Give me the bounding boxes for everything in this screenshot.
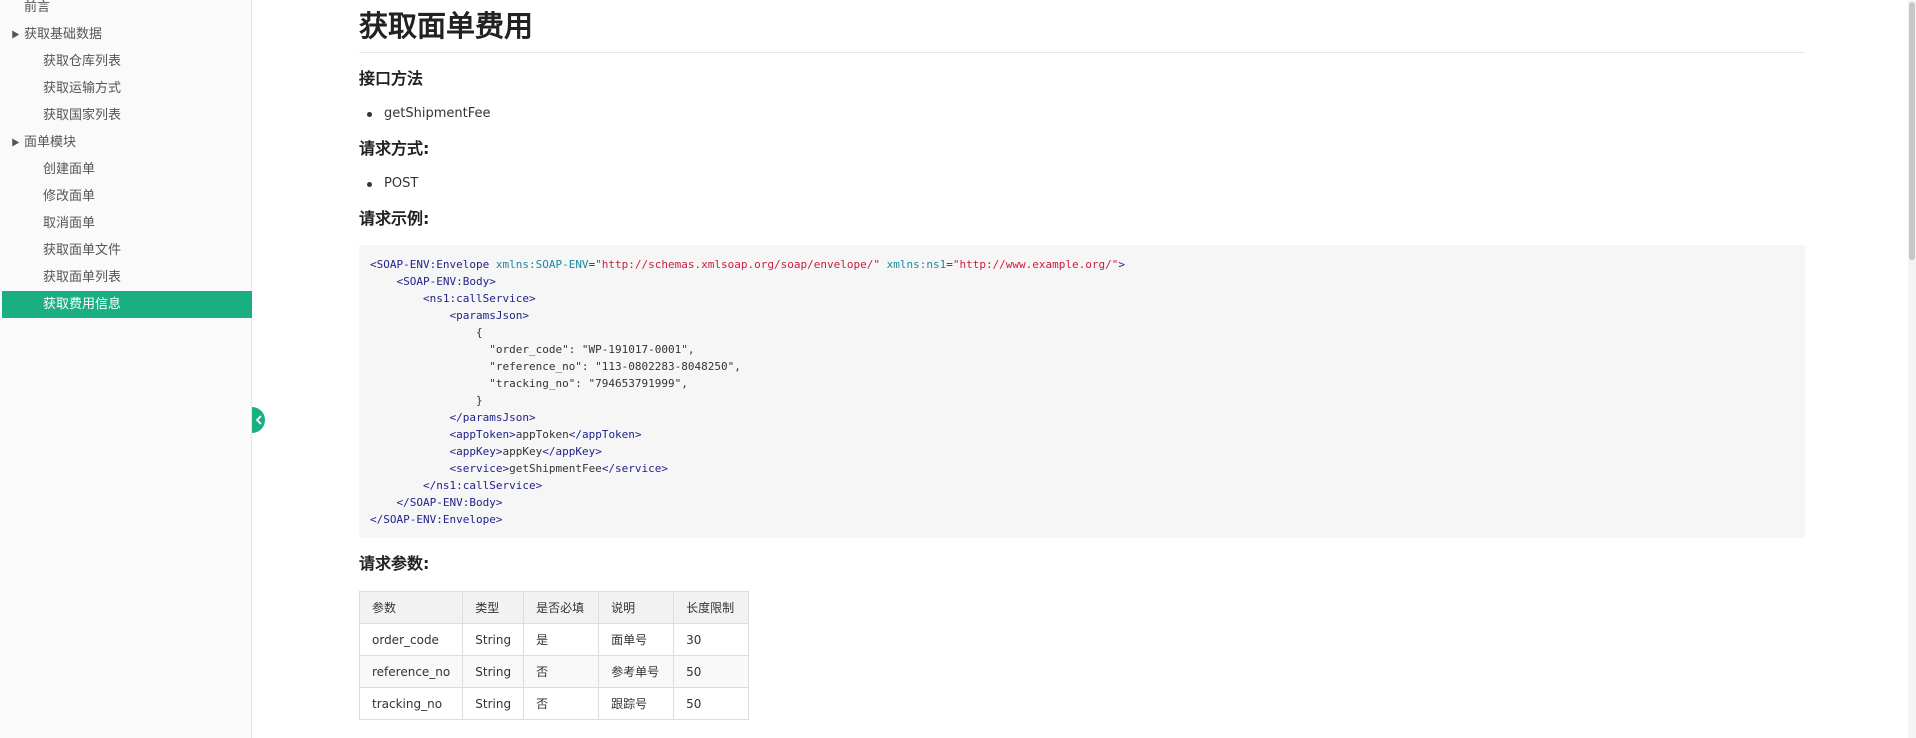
sidebar-item-fee-info[interactable]: 获取费用信息 bbox=[2, 291, 252, 318]
sidebar-item-label: 面单模块 bbox=[24, 135, 77, 150]
code-line: } bbox=[475, 394, 483, 407]
sidebar-item-label: 前言 bbox=[24, 0, 51, 15]
code-line: "reference_no": "113-0802283-8048250", bbox=[489, 360, 741, 373]
sidebar-item-label: 创建面单 bbox=[43, 162, 96, 177]
code-line: </SOAP-ENV:Body> bbox=[396, 496, 503, 509]
code-line: </ns1:callService> bbox=[422, 479, 543, 492]
sidebar-item-label-file[interactable]: 获取面单文件 bbox=[2, 237, 252, 264]
table-cell: 参考单号 bbox=[598, 655, 675, 688]
request-params-heading: 请求参数: bbox=[359, 554, 430, 573]
code-line: "tracking_no": "794653791999", bbox=[489, 377, 688, 390]
table-cell: reference_no bbox=[358, 655, 464, 688]
table-header-cell: 类型 bbox=[462, 591, 525, 624]
sidebar-item-label: 获取面单列表 bbox=[43, 270, 122, 285]
table-cell: 跟踪号 bbox=[598, 687, 675, 720]
sidebar-group-label-module[interactable]: 面单模块 bbox=[2, 129, 252, 156]
code-line: <paramsJson> bbox=[449, 309, 529, 322]
table-cell: 是 bbox=[523, 623, 600, 656]
code-line: <appKey>appKey</appKey> bbox=[449, 445, 602, 458]
page-title: 获取面单费用 bbox=[359, 6, 1805, 53]
request-example-code: <SOAP-ENV:Envelope xmlns:SOAP-ENV="http:… bbox=[359, 245, 1805, 538]
sidebar-collapse-button[interactable] bbox=[252, 407, 265, 433]
interface-method-heading: 接口方法 bbox=[359, 69, 424, 88]
sidebar-item-label-list[interactable]: 获取面单列表 bbox=[2, 264, 252, 291]
table-header-row: 参数 类型 是否必填 说明 长度限制 bbox=[358, 591, 750, 624]
sidebar-item-label: 取消面单 bbox=[43, 216, 96, 231]
table-cell: order_code bbox=[358, 623, 464, 656]
code-line: </paramsJson> bbox=[449, 411, 536, 424]
code-line: "order_code": "WP-191017-0001", bbox=[489, 343, 695, 356]
sidebar-item-label: 获取费用信息 bbox=[43, 297, 122, 312]
code-line: </SOAP-ENV:Envelope> bbox=[370, 513, 503, 526]
table-cell: 否 bbox=[523, 655, 600, 688]
code-line: <SOAP-ENV:Body> bbox=[396, 275, 496, 288]
sidebar-item-label: 修改面单 bbox=[43, 189, 96, 204]
request-method-value: POST bbox=[366, 176, 419, 191]
request-method-heading: 请求方式: bbox=[359, 139, 430, 158]
interface-method-value: getShipmentFee bbox=[366, 106, 491, 121]
sidebar-group-basic-data[interactable]: 获取基础数据 bbox=[2, 21, 252, 48]
table-header-cell: 是否必填 bbox=[523, 591, 600, 624]
sidebar-item-warehouse-list[interactable]: 获取仓库列表 bbox=[2, 48, 252, 75]
code-line: <appToken>appToken</appToken> bbox=[449, 428, 642, 441]
sidebar-item-create-label[interactable]: 创建面单 bbox=[2, 156, 252, 183]
sidebar-item-label: 获取运输方式 bbox=[43, 81, 122, 96]
scrollbar-thumb[interactable] bbox=[1909, 2, 1915, 260]
code-line: <service>getShipmentFee</service> bbox=[449, 462, 669, 475]
sidebar-item-label: 获取国家列表 bbox=[43, 108, 122, 123]
code-line: { bbox=[475, 326, 483, 339]
sidebar-item-label: 获取面单文件 bbox=[43, 243, 122, 258]
table-cell: String bbox=[462, 655, 525, 688]
table-cell: 50 bbox=[673, 687, 750, 720]
expand-caret-icon[interactable] bbox=[8, 28, 20, 39]
table-header-cell: 参数 bbox=[358, 591, 464, 624]
table-cell: String bbox=[462, 687, 525, 720]
expand-caret-icon[interactable] bbox=[8, 136, 20, 147]
request-params-table: 参数 类型 是否必填 说明 长度限制 order_code String 是 面… bbox=[358, 591, 750, 720]
table-row: order_code String 是 面单号 30 bbox=[358, 623, 750, 656]
code-line: <ns1:callService> bbox=[422, 292, 536, 305]
request-example-heading: 请求示例: bbox=[359, 209, 430, 228]
sidebar-item-modify-label[interactable]: 修改面单 bbox=[2, 183, 252, 210]
sidebar-item-shipping-methods[interactable]: 获取运输方式 bbox=[2, 75, 252, 102]
table-cell: 30 bbox=[673, 623, 750, 656]
table-cell: 面单号 bbox=[598, 623, 675, 656]
sidebar: 前言 获取基础数据 获取仓库列表 获取运输方式 获取国家列表 面单模块 创建面单… bbox=[0, 0, 252, 738]
sidebar-item-label: 获取基础数据 bbox=[24, 27, 103, 42]
sidebar-item-label: 获取仓库列表 bbox=[43, 54, 122, 69]
table-header-cell: 长度限制 bbox=[673, 591, 750, 624]
table-cell: 否 bbox=[523, 687, 600, 720]
table-row: tracking_no String 否 跟踪号 50 bbox=[358, 687, 750, 720]
chevron-left-icon bbox=[255, 415, 262, 425]
sidebar-item-country-list[interactable]: 获取国家列表 bbox=[2, 102, 252, 129]
table-cell: String bbox=[462, 623, 525, 656]
sidebar-item-preface[interactable]: 前言 bbox=[2, 0, 252, 21]
code-line: <SOAP-ENV:Envelope xmlns:SOAP-ENV="http:… bbox=[370, 258, 1126, 271]
table-cell: tracking_no bbox=[358, 687, 464, 720]
table-header-cell: 说明 bbox=[598, 591, 675, 624]
table-row: reference_no String 否 参考单号 50 bbox=[358, 655, 750, 688]
table-cell: 50 bbox=[673, 655, 750, 688]
vertical-scrollbar[interactable] bbox=[1908, 0, 1916, 738]
sidebar-item-cancel-label[interactable]: 取消面单 bbox=[2, 210, 252, 237]
